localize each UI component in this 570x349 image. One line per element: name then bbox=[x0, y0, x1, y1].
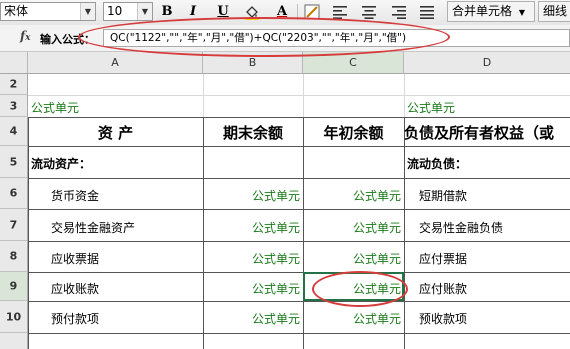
cell-a10[interactable]: 预付款项 bbox=[51, 310, 99, 327]
cell-d9[interactable]: 应付账款 bbox=[419, 280, 467, 297]
row-header-2[interactable]: 2 bbox=[0, 74, 28, 95]
select-all-corner[interactable] bbox=[0, 52, 28, 74]
cell-d5[interactable]: 流动负债： bbox=[407, 155, 467, 172]
chevron-down-icon: ▼ bbox=[137, 3, 152, 20]
merge-cells-select[interactable]: 合并单元格 ▼ bbox=[447, 1, 535, 22]
cell-d10[interactable]: 预收款项 bbox=[419, 310, 467, 327]
annotation-ellipse-cell bbox=[312, 271, 408, 307]
column-header-a[interactable]: A bbox=[28, 52, 203, 74]
cell-d8[interactable]: 应付票据 bbox=[419, 250, 467, 267]
row-header-3[interactable]: 3 bbox=[0, 95, 28, 117]
chevron-down-icon: ▼ bbox=[80, 3, 95, 20]
cell-a7[interactable]: 交易性金融资产 bbox=[51, 219, 135, 236]
header-opening-balance[interactable]: 年初余额 bbox=[303, 122, 404, 143]
font-name-value: 宋体 bbox=[4, 4, 29, 18]
cell-c8[interactable]: 公式单元 bbox=[303, 250, 401, 267]
header-assets[interactable]: 资 产 bbox=[28, 122, 203, 143]
cell-b6[interactable]: 公式单元 bbox=[203, 187, 300, 204]
cell-a9[interactable]: 应收账款 bbox=[51, 280, 99, 297]
align-center-button[interactable] bbox=[359, 2, 379, 22]
row-number: 6 bbox=[9, 186, 18, 200]
cell-d3[interactable]: 公式单元 bbox=[407, 99, 455, 116]
cell-b8[interactable]: 公式单元 bbox=[203, 250, 300, 267]
cell-b9[interactable]: 公式单元 bbox=[203, 280, 300, 297]
align-center-icon bbox=[362, 6, 376, 19]
justify-button[interactable] bbox=[417, 2, 437, 22]
column-header-d[interactable]: D bbox=[404, 52, 570, 74]
font-size-select[interactable]: 10 ▼ bbox=[103, 2, 153, 21]
row-header-8[interactable]: 8 bbox=[0, 241, 28, 272]
cell-d6[interactable]: 短期借款 bbox=[419, 187, 467, 204]
align-right-button[interactable] bbox=[389, 2, 409, 22]
cell-a5[interactable]: 流动资产： bbox=[31, 155, 91, 172]
align-left-icon bbox=[333, 6, 347, 19]
cell-d7[interactable]: 交易性金融负债 bbox=[419, 219, 503, 236]
row-header-6[interactable]: 6 bbox=[0, 178, 28, 209]
chevron-down-icon: ▼ bbox=[518, 8, 525, 17]
header-liabilities-equity[interactable]: 负债及所有者权益（或 bbox=[404, 122, 554, 143]
row-number: 8 bbox=[9, 249, 18, 263]
row-header-9[interactable]: 9 bbox=[0, 272, 28, 301]
merge-cells-label: 合并单元格 bbox=[452, 4, 513, 18]
row-number: 7 bbox=[9, 218, 18, 231]
font-size-value: 10 bbox=[107, 4, 123, 18]
cell-c10[interactable]: 公式单元 bbox=[303, 310, 401, 327]
row-header-5[interactable]: 5 bbox=[0, 146, 28, 178]
border-style-select[interactable]: 细线 bbox=[538, 1, 570, 22]
row-number: 3 bbox=[9, 99, 18, 112]
cell-a8[interactable]: 应收票据 bbox=[51, 250, 99, 267]
justify-icon bbox=[420, 6, 434, 19]
cell-c7[interactable]: 公式单元 bbox=[303, 219, 401, 236]
font-name-select[interactable]: 宋体 ▼ bbox=[0, 2, 96, 21]
align-right-icon bbox=[392, 6, 406, 19]
fx-icon: fx bbox=[20, 29, 31, 43]
cell-b7[interactable]: 公式单元 bbox=[203, 219, 300, 236]
cell-a6[interactable]: 货币资金 bbox=[51, 187, 99, 204]
row-number: 4 bbox=[9, 124, 18, 138]
annotation-ellipse-formula bbox=[78, 17, 450, 57]
row-header-7[interactable]: 7 bbox=[0, 209, 28, 241]
cell-b10[interactable]: 公式单元 bbox=[203, 310, 300, 327]
cell-a3[interactable]: 公式单元 bbox=[31, 99, 79, 116]
header-ending-balance[interactable]: 期末余额 bbox=[203, 122, 303, 143]
row-header-4[interactable]: 4 bbox=[0, 117, 28, 146]
row-number: 10 bbox=[5, 310, 22, 323]
row-header-10[interactable]: 10 bbox=[0, 301, 28, 333]
row-number: 5 bbox=[9, 155, 18, 168]
row-number: 2 bbox=[9, 77, 18, 91]
row-header-11[interactable] bbox=[0, 333, 28, 349]
cell-c6[interactable]: 公式单元 bbox=[303, 187, 401, 204]
border-style-label: 细线 bbox=[543, 4, 568, 18]
row-number: 9 bbox=[9, 279, 18, 293]
